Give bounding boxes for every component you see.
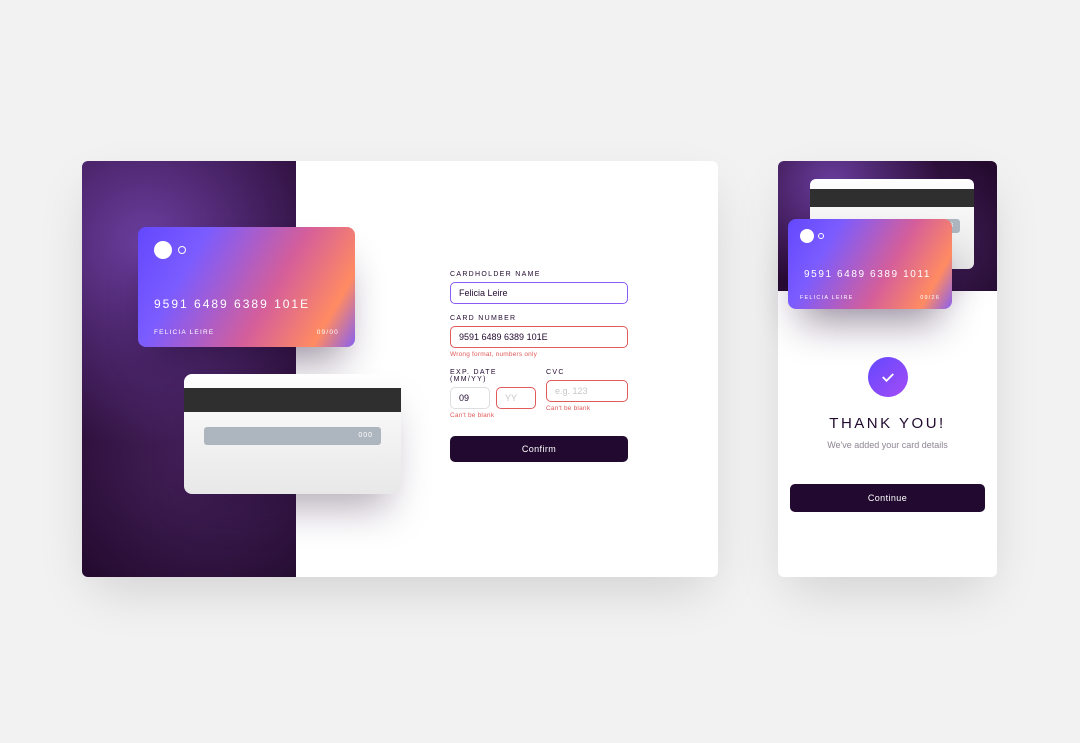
confirm-button[interactable]: Confirm: [450, 436, 628, 462]
cardholder-input[interactable]: [450, 282, 628, 304]
cardholder-label: CARDHOLDER NAME: [450, 271, 628, 278]
card-details-form: CARDHOLDER NAME CARD NUMBER Wrong format…: [450, 271, 628, 462]
exp-error: Can't be blank: [450, 412, 536, 419]
card-expiry-display: 09/26: [920, 295, 940, 301]
card-number-display: 9591 6489 6389 101E: [154, 297, 310, 311]
cvc-group: CVC Can't be blank: [546, 369, 628, 419]
cardnumber-input[interactable]: [450, 326, 628, 348]
desktop-panel: 9591 6489 6389 101E FELICIA LEIRE 09/00 …: [82, 161, 718, 577]
cvc-label: CVC: [546, 369, 628, 376]
thankyou-subtitle: We've added your card details: [790, 440, 985, 450]
exp-cvc-row: EXP. DATE (MM/YY) Can't be blank CVC Can…: [450, 369, 628, 419]
exp-mm-input[interactable]: [450, 387, 490, 409]
card-logo-dot-ring-icon: [818, 233, 824, 239]
exp-yy-input[interactable]: [496, 387, 536, 409]
thankyou-title: THANK YOU!: [790, 415, 985, 432]
card-magstrip: [810, 189, 974, 207]
card-number-display: 9591 6489 6389 1011: [804, 269, 931, 280]
card-logo-dot-big-icon: [800, 229, 814, 243]
card-expiry-display: 09/00: [317, 329, 339, 336]
mobile-panel: 123 9591 6489 6389 1011 FELICIA LEIRE 09…: [778, 161, 997, 577]
card-logo-dot-ring-icon: [178, 246, 186, 254]
desktop-gradient-bg: [82, 161, 296, 577]
cardnumber-group: CARD NUMBER Wrong format, numbers only: [450, 315, 628, 358]
continue-button[interactable]: Continue: [790, 484, 985, 512]
credit-card-front-mobile: 9591 6489 6389 1011 FELICIA LEIRE 09/26: [788, 219, 952, 309]
exp-group: EXP. DATE (MM/YY) Can't be blank: [450, 369, 536, 419]
cardnumber-error: Wrong format, numbers only: [450, 351, 628, 358]
cardnumber-label: CARD NUMBER: [450, 315, 628, 322]
credit-card-back: 000: [184, 374, 401, 494]
credit-card-front: 9591 6489 6389 101E FELICIA LEIRE 09/00: [138, 227, 355, 347]
thankyou-section: THANK YOU! We've added your card details…: [778, 357, 997, 512]
check-icon: [868, 357, 908, 397]
cvc-input[interactable]: [546, 380, 628, 402]
cardholder-group: CARDHOLDER NAME: [450, 271, 628, 304]
card-magstrip: [184, 388, 401, 412]
cvc-error: Can't be blank: [546, 405, 628, 412]
card-name-display: FELICIA LEIRE: [154, 329, 214, 336]
card-logo-dot-big-icon: [154, 241, 172, 259]
card-cvc-display: 000: [204, 427, 381, 445]
card-name-display: FELICIA LEIRE: [800, 295, 854, 301]
exp-label: EXP. DATE (MM/YY): [450, 369, 536, 383]
